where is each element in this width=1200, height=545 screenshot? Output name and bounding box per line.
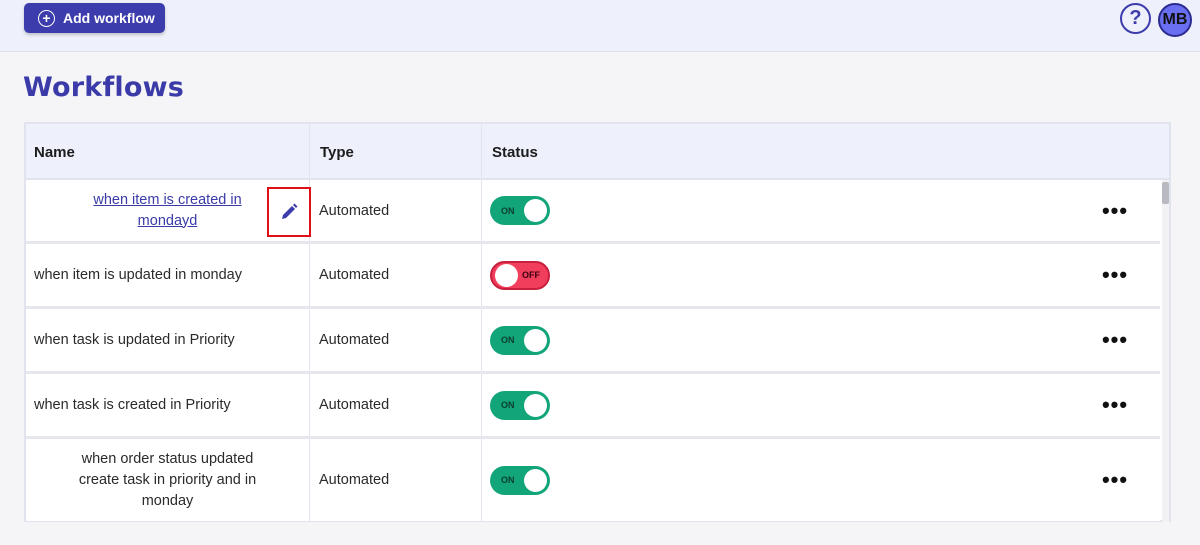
table-row: when task is created in Priority Automat… <box>26 374 1160 439</box>
workflow-type: Automated <box>310 374 482 436</box>
status-toggle[interactable]: ON <box>490 390 550 420</box>
status-cell: ON <box>482 374 782 436</box>
more-options-icon[interactable]: ••• <box>1101 244 1129 306</box>
status-toggle[interactable]: ON <box>490 196 550 225</box>
column-header-type[interactable]: Type <box>310 124 482 180</box>
toggle-knob <box>524 199 547 222</box>
toggle-label: OFF <box>522 270 540 280</box>
toggle-knob <box>524 393 547 417</box>
toggle-knob <box>524 468 547 492</box>
table-header: Name Type Status <box>26 124 1169 180</box>
more-options-icon[interactable]: ••• <box>1101 309 1129 371</box>
vertical-scrollbar[interactable] <box>1162 180 1169 522</box>
toggle-label: ON <box>501 475 515 485</box>
status-toggle[interactable]: ON <box>490 465 550 495</box>
workflow-type: Automated <box>310 439 482 521</box>
workflow-type: Automated <box>310 180 482 241</box>
status-cell: OFF <box>482 244 782 306</box>
table-row: when task is updated in Priority Automat… <box>26 309 1160 374</box>
workflow-name[interactable]: when order status updated create task in… <box>68 449 268 512</box>
column-header-name[interactable]: Name <box>26 124 310 180</box>
more-options-icon[interactable]: ••• <box>1101 180 1129 241</box>
toggle-knob <box>495 263 518 287</box>
workflow-name[interactable]: when task is updated in Priority <box>26 309 310 371</box>
status-cell: ON <box>482 180 782 241</box>
toggle-label: ON <box>501 400 515 410</box>
top-bar: + Add workflow ? MB <box>0 0 1200 52</box>
table-row: when order status updated create task in… <box>26 439 1160 521</box>
status-cell: ON <box>482 439 782 521</box>
workflow-name[interactable]: when task is created in Priority <box>26 374 310 436</box>
toggle-label: ON <box>501 335 515 345</box>
column-header-status[interactable]: Status <box>482 124 1169 180</box>
workflow-name-link[interactable]: when item is created in mondayd <box>83 190 253 232</box>
workflow-type: Automated <box>310 309 482 371</box>
pencil-icon <box>282 203 298 219</box>
status-toggle[interactable]: OFF <box>490 260 550 290</box>
add-workflow-button[interactable]: + Add workflow <box>24 3 165 33</box>
workflows-table: Name Type Status when item is created in… <box>24 122 1171 522</box>
workflow-name-cell: when order status updated create task in… <box>26 439 310 521</box>
scrollbar-thumb[interactable] <box>1162 182 1169 204</box>
add-workflow-label: Add workflow <box>63 10 155 26</box>
edit-workflow-button[interactable] <box>267 187 311 237</box>
plus-circle-icon: + <box>38 9 55 27</box>
help-icon[interactable]: ? <box>1120 3 1151 34</box>
avatar[interactable]: MB <box>1158 3 1192 37</box>
table-row: when item is created in mondayd Automate… <box>26 180 1160 244</box>
page-title: Workflows <box>23 72 185 103</box>
more-options-icon[interactable]: ••• <box>1101 374 1129 436</box>
toggle-label: ON <box>501 205 515 216</box>
workflow-type: Automated <box>310 244 482 306</box>
workflow-name[interactable]: when item is updated in monday <box>26 244 310 306</box>
more-options-icon[interactable]: ••• <box>1101 439 1129 521</box>
table-row: when item is updated in monday Automated… <box>26 244 1160 309</box>
toggle-knob <box>524 328 547 352</box>
status-cell: ON <box>482 309 782 371</box>
status-toggle[interactable]: ON <box>490 325 550 355</box>
